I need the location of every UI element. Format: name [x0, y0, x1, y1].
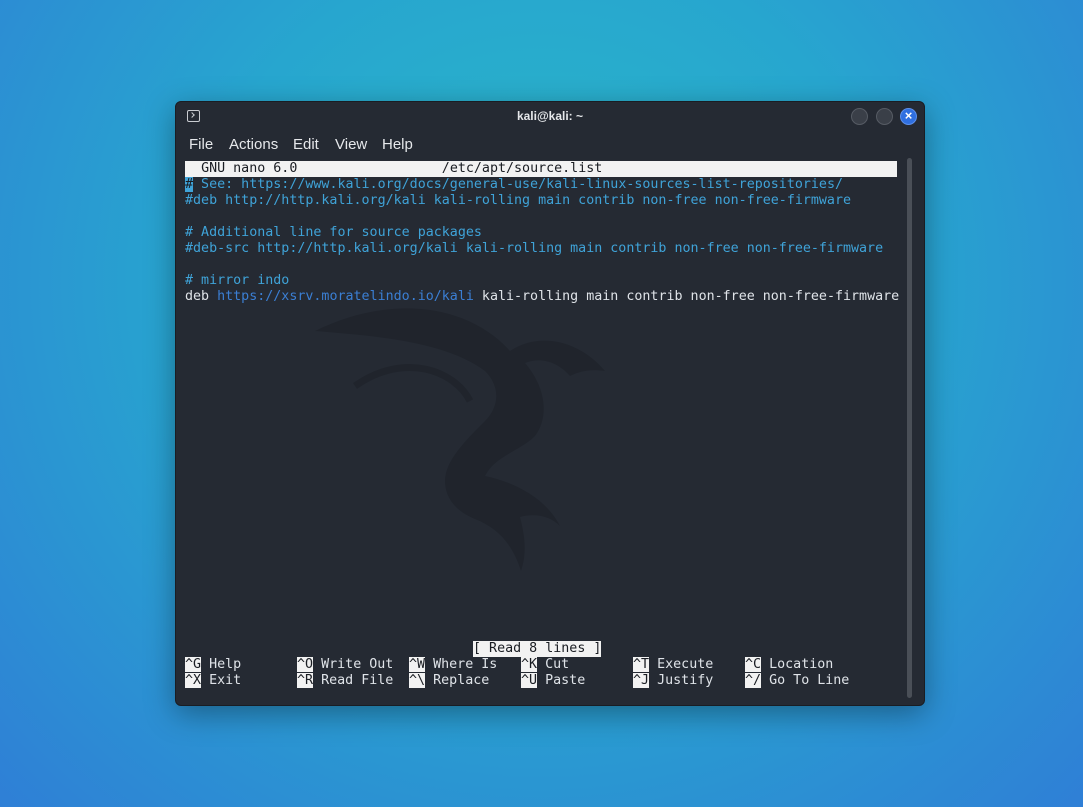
kali-dragon-watermark [315, 308, 605, 571]
shortcut-paste[interactable]: ^U Paste [521, 673, 585, 689]
shortcut-key: ^O [297, 657, 314, 672]
line-8-url: https://xsrv.moratelindo.io/kali [217, 289, 474, 304]
shortcut-key: ^J [633, 673, 650, 688]
file-line-5: #deb-src http://http.kali.org/kali kali-… [185, 241, 884, 256]
shortcut-label: Where Is [433, 657, 498, 672]
file-line-4: # Additional line for source packages [185, 225, 482, 240]
shortcut-label: Execute [657, 657, 714, 672]
line-8-deb: deb [185, 289, 218, 304]
scrollbar[interactable] [907, 158, 912, 698]
shortcut-location[interactable]: ^C Location [745, 657, 833, 673]
shortcut-key: ^C [745, 657, 762, 672]
shortcut-key: ^/ [745, 673, 762, 688]
shortcut-label: Paste [545, 673, 586, 688]
shortcut-key: ^U [521, 673, 538, 688]
shortcut-go-to-line[interactable]: ^/ Go To Line [745, 673, 849, 689]
shortcut-key: ^\ [409, 673, 426, 688]
menu-bar: File Actions Edit View Help [176, 132, 924, 156]
file-line-8: deb https://xsrv.moratelindo.io/kali kal… [185, 289, 899, 305]
shortcut-where-is[interactable]: ^W Where Is [409, 657, 497, 673]
shortcut-key: ^T [633, 657, 650, 672]
close-icon: × [904, 108, 913, 123]
shortcut-key: ^W [409, 657, 426, 672]
shortcut-key: ^R [297, 673, 314, 688]
nano-version: GNU nano 6.0 [201, 161, 298, 176]
shortcut-label: Cut [545, 657, 570, 672]
menu-view[interactable]: View [335, 136, 367, 153]
minimize-button[interactable] [851, 108, 868, 125]
shortcut-key: ^K [521, 657, 538, 672]
shortcut-replace[interactable]: ^\ Replace [409, 673, 489, 689]
title-bar[interactable]: kali@kali: ~ × [176, 102, 924, 132]
file-line-1: # See: https://www.kali.org/docs/general… [185, 177, 843, 193]
text-cursor: # [185, 177, 194, 192]
shortcut-label: Exit [209, 673, 242, 688]
shortcut-key: ^X [185, 673, 202, 688]
shortcut-label: Go To Line [769, 673, 850, 688]
shortcut-label: Justify [657, 673, 714, 688]
menu-help[interactable]: Help [382, 136, 413, 153]
terminal-area[interactable]: GNU nano 6.0 /etc/apt/source.list # See:… [185, 161, 899, 701]
shortcut-execute[interactable]: ^T Execute [633, 657, 713, 673]
nano-filename: /etc/apt/source.list [441, 161, 603, 176]
shortcut-label: Write Out [321, 657, 394, 672]
menu-edit[interactable]: Edit [293, 136, 319, 153]
shortcut-write-out[interactable]: ^O Write Out [297, 657, 393, 673]
line-1-text: See: https://www.kali.org/docs/general-u… [193, 177, 843, 192]
terminal-window: kali@kali: ~ × File Actions Edit View He… [175, 101, 925, 706]
shortcut-label: Replace [433, 673, 490, 688]
close-button[interactable]: × [900, 108, 917, 125]
shortcut-key: ^G [185, 657, 202, 672]
shortcut-help[interactable]: ^G Help [185, 657, 241, 673]
status-message: [ Read 8 lines ] [473, 641, 602, 657]
menu-file[interactable]: File [189, 136, 213, 153]
shortcut-cut[interactable]: ^K Cut [521, 657, 569, 673]
maximize-button[interactable] [876, 108, 893, 125]
shortcut-exit[interactable]: ^X Exit [185, 673, 241, 689]
file-line-7: # mirror indo [185, 273, 290, 288]
window-title: kali@kali: ~ [516, 109, 584, 123]
shortcut-justify[interactable]: ^J Justify [633, 673, 713, 689]
line-8-rest: kali-rolling main contrib non-free non-f… [473, 289, 900, 304]
shortcut-read-file[interactable]: ^R Read File [297, 673, 393, 689]
menu-actions[interactable]: Actions [229, 136, 278, 153]
shortcut-label: Help [209, 657, 242, 672]
nano-header: GNU nano 6.0 /etc/apt/source.list [185, 161, 897, 177]
shortcut-label: Read File [321, 673, 394, 688]
file-line-2: #deb http://http.kali.org/kali kali-roll… [185, 193, 852, 208]
shortcut-label: Location [769, 657, 834, 672]
